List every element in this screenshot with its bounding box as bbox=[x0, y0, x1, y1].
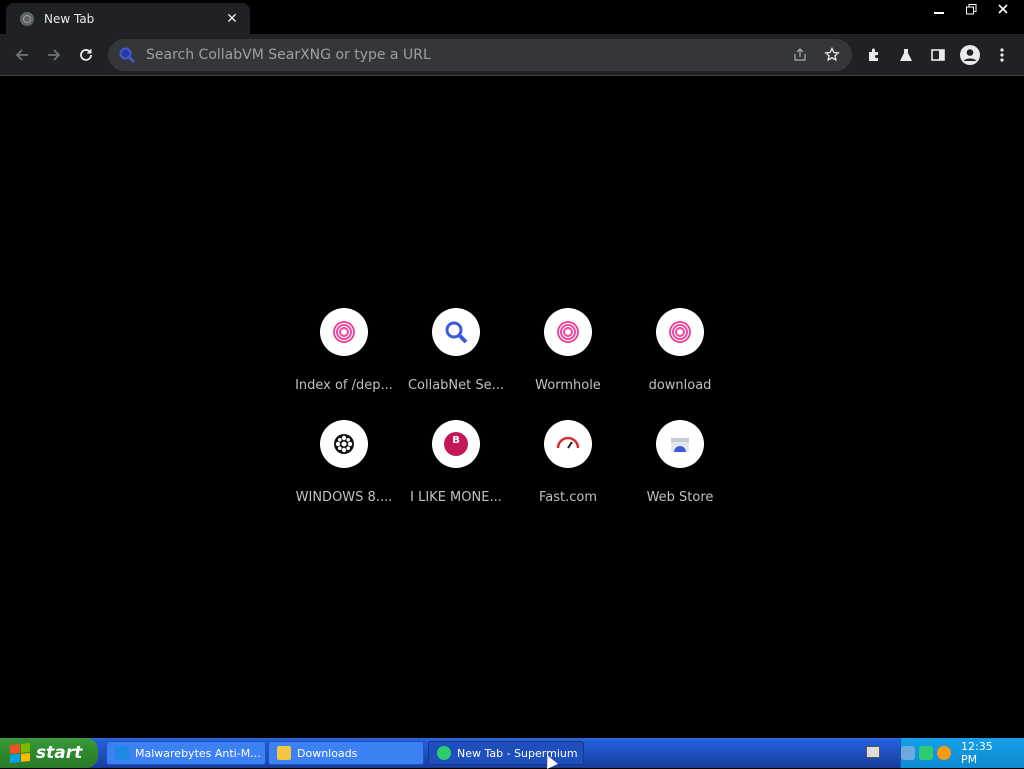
shortcut-label: I LIKE MONE... bbox=[410, 490, 502, 505]
task-label: Malwarebytes Anti-M... bbox=[135, 746, 261, 760]
taskbar-item-new-tab[interactable]: New Tab - Supermium bbox=[428, 741, 584, 765]
side-panel-button[interactable] bbox=[924, 41, 952, 69]
search-tray-icon[interactable] bbox=[937, 746, 951, 760]
restore-button[interactable] bbox=[956, 0, 986, 18]
reload-button[interactable] bbox=[72, 41, 100, 69]
labs-flask-icon bbox=[900, 49, 912, 61]
b-badge-icon: B bbox=[432, 420, 480, 468]
profile-button[interactable] bbox=[956, 41, 984, 69]
shortcut-label: Fast.com bbox=[538, 490, 598, 505]
shortcut-tile[interactable]: Fast.com bbox=[512, 420, 624, 532]
omnibox[interactable] bbox=[108, 38, 852, 72]
keyboard-icon[interactable] bbox=[866, 746, 880, 758]
shortcut-tile[interactable]: Index of /dep... bbox=[288, 308, 400, 420]
close-window-button[interactable] bbox=[988, 0, 1018, 18]
shortcut-label: Index of /dep... bbox=[295, 378, 393, 393]
taskbar: start Malwarebytes Anti-M... Downloads N… bbox=[0, 738, 1024, 768]
system-tray: 12:35 PM bbox=[900, 738, 1024, 768]
tab-close-button[interactable]: ✕ bbox=[224, 11, 240, 27]
start-button[interactable]: start bbox=[0, 738, 98, 768]
shortcut-label: Web Store bbox=[646, 490, 714, 505]
forward-button[interactable] bbox=[40, 41, 68, 69]
shortcut-label: Wormhole bbox=[535, 378, 601, 393]
share-button[interactable] bbox=[786, 41, 814, 69]
close-icon bbox=[998, 4, 1008, 14]
bookmark-button[interactable] bbox=[818, 41, 846, 69]
tab-strip: New Tab ✕ bbox=[0, 0, 1024, 34]
tab-title: New Tab bbox=[44, 11, 95, 26]
windows-flag-icon bbox=[10, 742, 30, 764]
taskbar-item-malwarebytes[interactable]: Malwarebytes Anti-M... bbox=[106, 741, 266, 765]
omnibox-input[interactable] bbox=[144, 38, 852, 72]
shortcut-tile[interactable]: Wormhole bbox=[512, 308, 624, 420]
shortcut-tile[interactable]: WINDOWS 8.... bbox=[288, 420, 400, 532]
globe-icon bbox=[20, 11, 34, 26]
menu-button[interactable] bbox=[988, 41, 1016, 69]
folder-icon bbox=[277, 746, 291, 760]
profile-icon bbox=[960, 45, 980, 65]
shortcut-label: download bbox=[648, 378, 712, 393]
spiral-icon bbox=[320, 308, 368, 356]
menu-icon bbox=[1000, 48, 1004, 62]
minimize-button[interactable] bbox=[924, 0, 954, 18]
extensions-icon bbox=[869, 48, 878, 61]
shortcut-tile[interactable]: download bbox=[624, 308, 736, 420]
search-icon bbox=[119, 47, 135, 63]
browser-toolbar bbox=[0, 34, 1024, 76]
film-reel-icon bbox=[320, 420, 368, 468]
window-controls bbox=[924, 0, 1018, 18]
svg-text:B: B bbox=[452, 435, 460, 446]
reload-icon bbox=[80, 49, 92, 61]
safely-remove-icon[interactable] bbox=[919, 746, 933, 760]
minimize-icon bbox=[934, 12, 944, 14]
start-label: start bbox=[36, 743, 83, 763]
back-button[interactable] bbox=[8, 41, 36, 69]
supermium-icon bbox=[437, 746, 451, 760]
share-icon bbox=[794, 48, 806, 61]
task-label: New Tab - Supermium bbox=[457, 746, 578, 760]
network-icon[interactable] bbox=[901, 746, 915, 760]
speedometer-icon bbox=[544, 420, 592, 468]
forward-icon bbox=[48, 49, 61, 61]
shortcut-label: WINDOWS 8.... bbox=[295, 490, 393, 505]
side-panel-icon bbox=[931, 49, 945, 61]
shortcut-tile[interactable]: B I LIKE MONE... bbox=[400, 420, 512, 532]
clock: 12:35 PM bbox=[961, 740, 993, 766]
shortcut-label: CollabNet Se... bbox=[407, 378, 505, 393]
bookmark-star-icon bbox=[824, 47, 840, 62]
magnifier-icon bbox=[432, 308, 480, 356]
spiral-icon bbox=[544, 308, 592, 356]
labs-button[interactable] bbox=[892, 41, 920, 69]
tab-new-tab[interactable]: New Tab ✕ bbox=[6, 3, 250, 34]
task-label: Downloads bbox=[297, 746, 358, 760]
restore-icon bbox=[965, 3, 976, 14]
back-icon bbox=[15, 49, 28, 61]
web-store-icon bbox=[656, 420, 704, 468]
extensions-button[interactable] bbox=[860, 41, 888, 69]
malwarebytes-icon bbox=[115, 746, 129, 760]
taskbar-item-downloads[interactable]: Downloads bbox=[268, 741, 424, 765]
shortcut-tile[interactable]: Web Store bbox=[624, 420, 736, 532]
shortcut-tile[interactable]: CollabNet Se... bbox=[400, 308, 512, 420]
spiral-icon bbox=[656, 308, 704, 356]
